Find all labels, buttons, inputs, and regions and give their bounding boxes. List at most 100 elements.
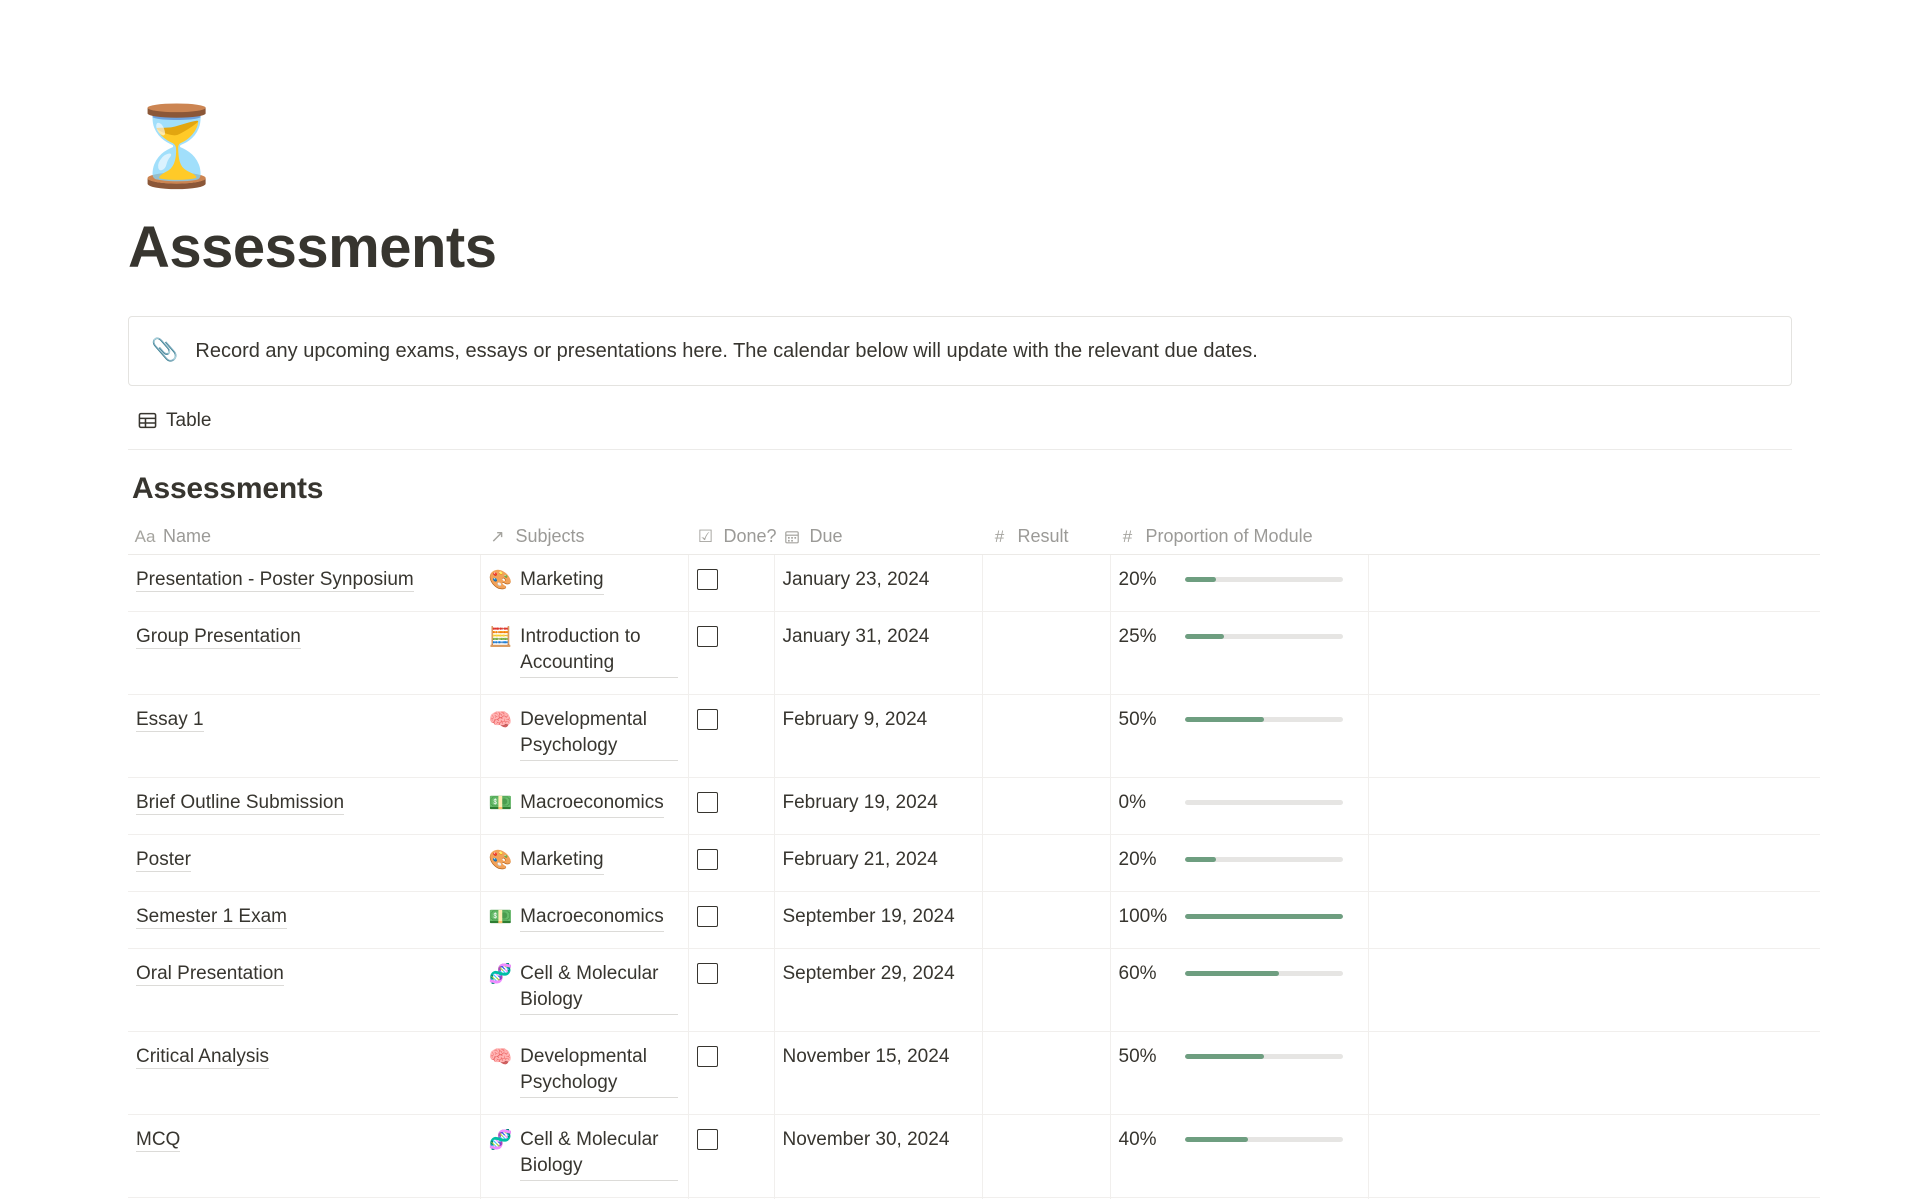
cell-result[interactable] bbox=[982, 611, 1111, 695]
cell-proportion[interactable]: 0% bbox=[1110, 777, 1369, 835]
cell-subjects[interactable]: 🧠 Developmental Psychology bbox=[480, 1031, 689, 1115]
row-title-link[interactable]: Oral Presentation bbox=[136, 962, 284, 986]
row-title-link[interactable]: Presentation - Poster Synposium bbox=[136, 568, 414, 592]
cell-result[interactable] bbox=[982, 1031, 1111, 1115]
cell-due[interactable]: February 19, 2024 bbox=[774, 777, 983, 835]
relation-chip[interactable]: 💵 Macroeconomics bbox=[489, 904, 664, 932]
cell-due[interactable]: January 23, 2024 bbox=[774, 554, 983, 612]
done-checkbox[interactable] bbox=[696, 708, 718, 730]
cell-name[interactable]: Brief Outline Submission bbox=[128, 777, 481, 835]
row-title-link[interactable]: Group Presentation bbox=[136, 625, 301, 649]
database-title[interactable]: Assessments bbox=[128, 472, 1792, 506]
row-title-link[interactable]: Semester 1 Exam bbox=[136, 905, 287, 929]
cell-name[interactable]: Oral Presentation bbox=[128, 948, 481, 1032]
done-checkbox[interactable] bbox=[696, 1128, 718, 1150]
table-row[interactable]: Critical Analysis 🧠 Developmental Psycholo… bbox=[128, 1031, 1820, 1115]
cell-due[interactable]: February 21, 2024 bbox=[774, 834, 983, 892]
table-row[interactable]: Oral Presentation 🧬 Cell & Molecular Biolo… bbox=[128, 948, 1820, 1032]
cell-done[interactable] bbox=[688, 834, 775, 892]
cell-result[interactable] bbox=[982, 694, 1111, 778]
relation-chip[interactable]: 🎨 Marketing bbox=[489, 847, 604, 875]
cell-subjects[interactable]: 🧬 Cell & Molecular Biology bbox=[480, 1114, 689, 1198]
cell-subjects[interactable]: 💵 Macroeconomics bbox=[480, 891, 689, 949]
table-row[interactable]: Group Presentation 🧮 Introduction to Accou… bbox=[128, 611, 1820, 695]
column-header-proportion[interactable]: # Proportion of Module bbox=[1110, 519, 1368, 555]
cell-done[interactable] bbox=[688, 554, 775, 612]
cell-done[interactable] bbox=[688, 611, 775, 695]
row-title-link[interactable]: Poster bbox=[136, 848, 191, 872]
cell-proportion[interactable]: 25% bbox=[1110, 611, 1369, 695]
column-header-subjects[interactable]: ↗ Subjects bbox=[480, 519, 688, 555]
cell-proportion[interactable]: 20% bbox=[1110, 834, 1369, 892]
cell-due[interactable]: September 19, 2024 bbox=[774, 891, 983, 949]
relation-chip[interactable]: 🧬 Cell & Molecular Biology bbox=[489, 1127, 678, 1181]
cell-done[interactable] bbox=[688, 694, 775, 778]
cell-name[interactable]: Semester 1 Exam bbox=[128, 891, 481, 949]
table-row[interactable]: Brief Outline Submission 💵 Macroeconomics F… bbox=[128, 777, 1820, 835]
table-row[interactable]: Poster 🎨 Marketing February 21, 2024 20% bbox=[128, 834, 1820, 892]
cell-subjects[interactable]: 🧮 Introduction to Accounting bbox=[480, 611, 689, 695]
cell-done[interactable] bbox=[688, 948, 775, 1032]
cell-due[interactable]: January 31, 2024 bbox=[774, 611, 983, 695]
cell-name[interactable]: Poster bbox=[128, 834, 481, 892]
column-header-result[interactable]: # Result bbox=[982, 519, 1110, 555]
cell-done[interactable] bbox=[688, 1114, 775, 1198]
column-header-name[interactable]: Aa Name bbox=[128, 519, 480, 555]
cell-proportion[interactable]: 100% bbox=[1110, 891, 1369, 949]
page-title[interactable]: Assessments bbox=[128, 208, 1792, 280]
done-checkbox[interactable] bbox=[696, 1045, 718, 1067]
cell-subjects[interactable]: 🎨 Marketing bbox=[480, 834, 689, 892]
done-checkbox[interactable] bbox=[696, 848, 718, 870]
cell-proportion[interactable]: 20% bbox=[1110, 554, 1369, 612]
relation-chip[interactable]: 🎨 Marketing bbox=[489, 567, 604, 595]
cell-name[interactable]: Essay 1 bbox=[128, 694, 481, 778]
cell-result[interactable] bbox=[982, 948, 1111, 1032]
cell-subjects[interactable]: 🧬 Cell & Molecular Biology bbox=[480, 948, 689, 1032]
cell-done[interactable] bbox=[688, 777, 775, 835]
column-header-add[interactable] bbox=[1368, 519, 1820, 555]
relation-chip[interactable]: 💵 Macroeconomics bbox=[489, 790, 664, 818]
cell-result[interactable] bbox=[982, 891, 1111, 949]
relation-chip[interactable]: 🧠 Developmental Psychology bbox=[489, 707, 678, 761]
cell-done[interactable] bbox=[688, 891, 775, 949]
cell-due[interactable]: February 9, 2024 bbox=[774, 694, 983, 778]
table-row[interactable]: MCQ 🧬 Cell & Molecular Biology November 30,… bbox=[128, 1114, 1820, 1198]
cell-result[interactable] bbox=[982, 554, 1111, 612]
row-title-link[interactable]: Critical Analysis bbox=[136, 1045, 270, 1069]
cell-subjects[interactable]: 💵 Macroeconomics bbox=[480, 777, 689, 835]
cell-name[interactable]: MCQ bbox=[128, 1114, 481, 1198]
relation-chip[interactable]: 🧮 Introduction to Accounting bbox=[489, 624, 678, 678]
hourglass-emoji[interactable]: ⏳ bbox=[128, 108, 1792, 208]
cell-subjects[interactable]: 🧠 Developmental Psychology bbox=[480, 694, 689, 778]
done-checkbox[interactable] bbox=[696, 625, 718, 647]
row-title-link[interactable]: MCQ bbox=[136, 1128, 181, 1152]
done-checkbox[interactable] bbox=[696, 568, 718, 590]
column-header-due[interactable]: Due bbox=[774, 519, 982, 555]
table-row[interactable]: Semester 1 Exam 💵 Macroeconomics September … bbox=[128, 891, 1820, 949]
cell-name[interactable]: Group Presentation bbox=[128, 611, 481, 695]
relation-chip[interactable]: 🧠 Developmental Psychology bbox=[489, 1044, 678, 1098]
column-header-done[interactable]: ☑ Done? bbox=[688, 519, 777, 555]
cell-subjects[interactable]: 🎨 Marketing bbox=[480, 554, 689, 612]
table-row[interactable]: Essay 1 🧠 Developmental Psychology February… bbox=[128, 694, 1820, 778]
done-checkbox[interactable] bbox=[696, 791, 718, 813]
row-title-link[interactable]: Brief Outline Submission bbox=[136, 791, 345, 815]
cell-due[interactable]: November 15, 2024 bbox=[774, 1031, 983, 1115]
relation-chip[interactable]: 🧬 Cell & Molecular Biology bbox=[489, 961, 678, 1015]
cell-result[interactable] bbox=[982, 834, 1111, 892]
cell-proportion[interactable]: 50% bbox=[1110, 694, 1369, 778]
cell-due[interactable]: September 29, 2024 bbox=[774, 948, 983, 1032]
tab-table[interactable]: Table bbox=[132, 408, 217, 444]
cell-name[interactable]: Presentation - Poster Synposium bbox=[128, 554, 481, 612]
table-row[interactable]: Presentation - Poster Synposium 🎨 Marketin… bbox=[128, 554, 1820, 612]
cell-done[interactable] bbox=[688, 1031, 775, 1115]
cell-proportion[interactable]: 60% bbox=[1110, 948, 1369, 1032]
done-checkbox[interactable] bbox=[696, 962, 718, 984]
cell-result[interactable] bbox=[982, 1114, 1111, 1198]
row-title-link[interactable]: Essay 1 bbox=[136, 708, 204, 732]
cell-due[interactable]: November 30, 2024 bbox=[774, 1114, 983, 1198]
cell-name[interactable]: Critical Analysis bbox=[128, 1031, 481, 1115]
cell-result[interactable] bbox=[982, 777, 1111, 835]
done-checkbox[interactable] bbox=[696, 905, 718, 927]
cell-proportion[interactable]: 40% bbox=[1110, 1114, 1369, 1198]
